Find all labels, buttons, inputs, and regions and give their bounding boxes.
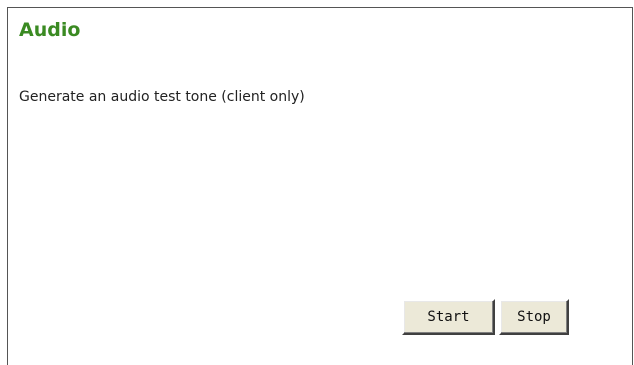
audio-panel: Audio Generate an audio test tone (clien…: [7, 7, 633, 365]
start-button[interactable]: Start: [402, 299, 495, 335]
stop-button[interactable]: Stop: [499, 299, 569, 335]
section-description: Generate an audio test tone (client only…: [19, 89, 305, 105]
section-title: Audio: [19, 19, 81, 41]
